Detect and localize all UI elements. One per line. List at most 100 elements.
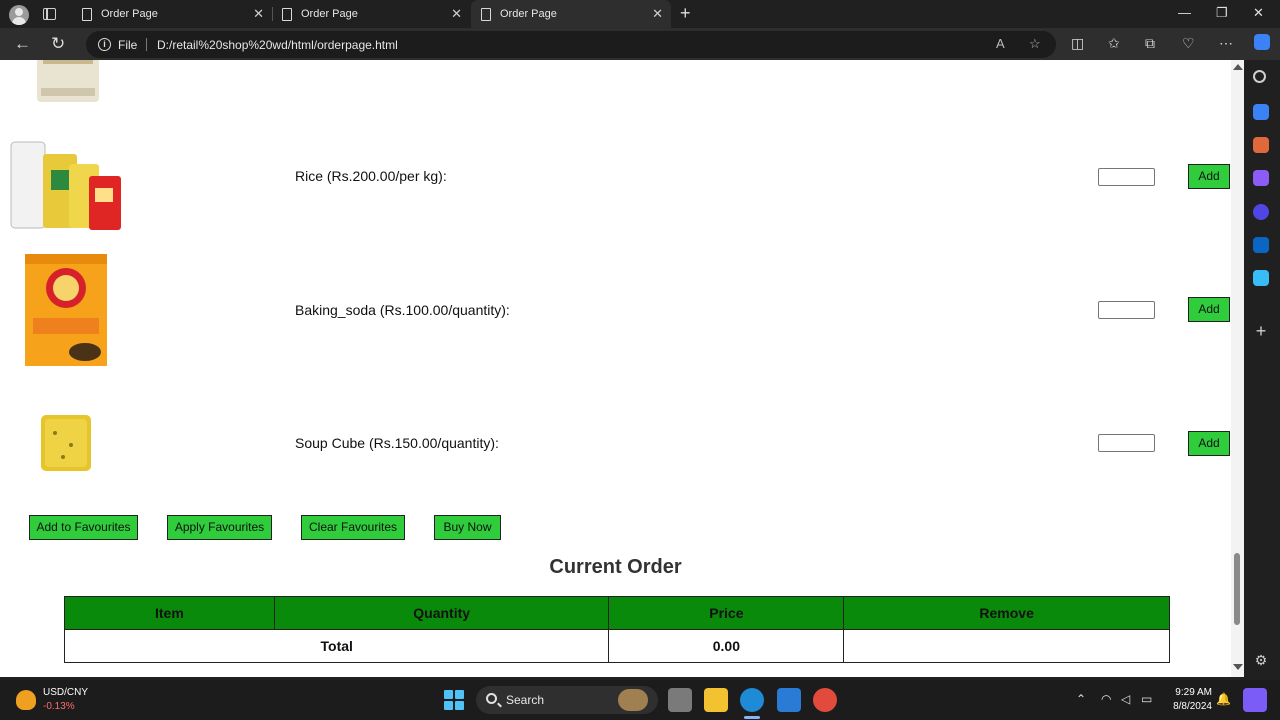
- edge-browser-icon[interactable]: [740, 688, 764, 712]
- soup-cube-product-image: [5, 381, 129, 505]
- tab-1[interactable]: Order Page ✕: [72, 0, 272, 28]
- search-highlight-icon: [618, 689, 648, 711]
- read-aloud-icon[interactable]: A: [996, 36, 1005, 51]
- copilot-taskbar-icon[interactable]: [1243, 688, 1267, 712]
- apply-favourites-button[interactable]: Apply Favourites: [167, 515, 272, 540]
- search-icon[interactable]: [1253, 70, 1266, 83]
- sidebar-settings-gear-icon[interactable]: ⚙: [1253, 652, 1269, 668]
- refresh-icon[interactable]: ↻: [51, 34, 65, 54]
- current-order-title: Current Order: [549, 556, 682, 578]
- product-label-soup-cube: Soup Cube (Rs.150.00/quantity):: [295, 435, 499, 451]
- wifi-icon[interactable]: ◠: [1101, 692, 1111, 706]
- start-windows-icon[interactable]: [444, 690, 464, 710]
- file-explorer-icon[interactable]: [704, 688, 728, 712]
- total-label: Total: [63, 629, 610, 663]
- more-menu-icon[interactable]: ⋯: [1219, 35, 1233, 52]
- volume-icon[interactable]: ◁: [1121, 692, 1130, 706]
- favorites-icon[interactable]: ✩: [1108, 35, 1120, 52]
- info-icon[interactable]: i: [98, 38, 111, 51]
- add-baking-soda-button[interactable]: Add: [1188, 297, 1230, 322]
- taskbar-search[interactable]: Search: [476, 686, 658, 714]
- scroll-down-arrow-icon[interactable]: [1233, 664, 1243, 670]
- battery-icon[interactable]: ▭: [1141, 692, 1152, 706]
- widget-title[interactable]: USD/CNY: [43, 687, 88, 698]
- tray-overflow-chevron-icon[interactable]: ⌃: [1076, 692, 1086, 706]
- maximize-icon[interactable]: ❐: [1216, 5, 1228, 21]
- chrome-icon[interactable]: [813, 688, 837, 712]
- shopping-tag-icon[interactable]: [1253, 104, 1269, 120]
- close-tab-icon[interactable]: ✕: [451, 6, 462, 22]
- add-to-favourites-button[interactable]: Add to Favourites: [29, 515, 138, 540]
- product-label-baking-soda: Baking_soda (Rs.100.00/quantity):: [295, 302, 510, 318]
- baking-soda-quantity-input[interactable]: [1098, 301, 1155, 319]
- rice-quantity-input[interactable]: [1098, 168, 1155, 186]
- tab-title: Order Page: [301, 8, 358, 20]
- current-order-table: Item Quantity Price Remove Total 0.00: [63, 596, 1170, 663]
- baking-soda-product-image: [5, 248, 129, 372]
- scroll-thumb[interactable]: [1234, 553, 1240, 625]
- copilot-apps-icon[interactable]: [1253, 204, 1269, 220]
- add-soup-cube-button[interactable]: Add: [1188, 431, 1230, 456]
- close-window-icon[interactable]: ✕: [1253, 5, 1264, 21]
- product-label-rice: Rice (Rs.200.00/per kg):: [295, 168, 447, 184]
- clock-time[interactable]: 9:29 AM: [1172, 687, 1212, 698]
- table-header-row: Item Quantity Price Remove: [64, 596, 1170, 630]
- edge-sidebar: + ⚙: [1244, 60, 1280, 677]
- send-icon[interactable]: [1253, 270, 1269, 286]
- widget-change: -0.13%: [43, 701, 75, 712]
- tab-title: Order Page: [500, 8, 557, 20]
- windows-taskbar: USD/CNY -0.13% Search ⌃ ◠ ◁ ▭ 9:29 AM 8/…: [0, 680, 1280, 720]
- profile-avatar-icon[interactable]: [9, 5, 29, 25]
- scroll-up-arrow-icon[interactable]: [1233, 64, 1243, 70]
- soup-cube-quantity-input[interactable]: [1098, 434, 1155, 452]
- add-sidebar-app-icon[interactable]: +: [1253, 322, 1269, 340]
- screen: Order Page ✕ Order Page ✕ Order Page ✕ +…: [0, 0, 1280, 720]
- address-divider: [146, 38, 147, 51]
- split-screen-icon[interactable]: ◫: [1071, 35, 1084, 52]
- scheme-label: File: [118, 38, 138, 52]
- total-row: Total 0.00: [63, 629, 1170, 663]
- minimize-icon[interactable]: —: [1178, 5, 1191, 20]
- page-icon: [481, 8, 491, 21]
- task-view-icon[interactable]: [668, 688, 692, 712]
- total-value: 0.00: [608, 629, 845, 663]
- back-icon[interactable]: ←: [14, 34, 31, 54]
- outlook-icon[interactable]: [1253, 237, 1269, 253]
- tab-3-active[interactable]: Order Page ✕: [471, 0, 671, 28]
- tab-title: Order Page: [101, 8, 158, 20]
- favorite-star-icon[interactable]: ☆: [1029, 36, 1041, 52]
- page-icon: [82, 8, 92, 21]
- clock-date[interactable]: 8/8/2024: [1162, 701, 1212, 712]
- search-label: Search: [506, 693, 545, 707]
- tab-2[interactable]: Order Page ✕: [272, 0, 470, 28]
- page-icon: [282, 8, 292, 21]
- total-remove-cell: [843, 629, 1170, 663]
- tab-actions-icon[interactable]: [43, 8, 56, 20]
- search-icon: [486, 693, 497, 704]
- tools-icon[interactable]: [1253, 137, 1269, 153]
- browser-tab-bar: Order Page ✕ Order Page ✕ Order Page ✕ +…: [0, 0, 1280, 28]
- browser-essentials-icon[interactable]: ♡: [1182, 35, 1195, 52]
- new-tab-icon[interactable]: +: [680, 3, 691, 24]
- rice-product-image: [5, 114, 129, 238]
- column-header-remove: Remove: [843, 596, 1170, 630]
- page-scrollbar[interactable]: [1231, 60, 1244, 677]
- page-viewport: Rice (Rs.200.00/per kg): Add Baking_soda…: [0, 60, 1231, 677]
- active-app-indicator: [744, 716, 760, 719]
- games-icon[interactable]: [1253, 170, 1269, 186]
- column-header-item: Item: [64, 596, 275, 630]
- url-text[interactable]: D:/retail%20shop%20wd/html/orderpage.htm…: [157, 38, 398, 52]
- close-tab-icon[interactable]: ✕: [253, 6, 264, 22]
- browser-toolbar: ← ↻ i File D:/retail%20shop%20wd/html/or…: [0, 28, 1280, 60]
- notification-bell-icon[interactable]: 🔔: [1216, 692, 1231, 706]
- market-widget-icon[interactable]: [16, 690, 36, 710]
- clear-favourites-button[interactable]: Clear Favourites: [301, 515, 405, 540]
- vscode-icon[interactable]: [777, 688, 801, 712]
- add-rice-button[interactable]: Add: [1188, 164, 1230, 189]
- column-header-price: Price: [608, 596, 845, 630]
- copilot-icon[interactable]: [1254, 34, 1270, 50]
- address-bar[interactable]: i File D:/retail%20shop%20wd/html/orderp…: [86, 31, 1056, 58]
- collections-icon[interactable]: ⧉: [1145, 35, 1155, 52]
- buy-now-button[interactable]: Buy Now: [434, 515, 501, 540]
- close-tab-icon[interactable]: ✕: [652, 6, 663, 22]
